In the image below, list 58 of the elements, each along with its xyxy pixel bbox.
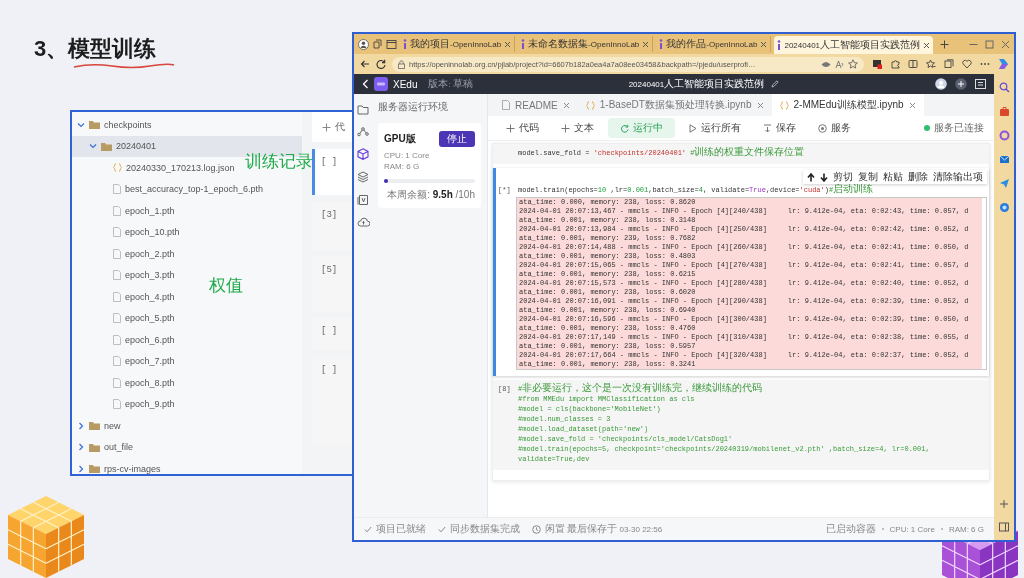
tree-item[interactable]: rps-cv-images [72,458,167,474]
toolbar-button[interactable]: 保存 [755,119,804,137]
annotation-text: 权值 [209,275,243,297]
tree-item[interactable]: epoch_3.pth [72,264,181,286]
notebook-tab[interactable]: README [494,94,578,116]
cell-prompt: [ ] [321,365,338,375]
browser-tab[interactable]: 我的项目-OpenInnoLab [400,36,516,52]
notebook-tab[interactable]: 2-MMEdu训练模型.ipynb [771,94,924,116]
status-text: 同步数据集完成 [450,522,520,536]
usage-text: 本周余额: 9.5h /10h [386,188,475,202]
tree-item[interactable]: checkpoints [72,114,158,136]
tree-item[interactable]: out_file [72,436,140,458]
tree-item[interactable]: new [72,415,127,437]
toolbar-button[interactable]: 文本 [553,119,602,137]
cell-action-button[interactable]: 清除输出项 [933,170,983,184]
tree-item[interactable]: epoch_5.pth [72,307,181,329]
toolbar-button[interactable]: 服务 [810,119,859,137]
slide-title: 3、模型训练 [34,35,157,63]
add-code-button[interactable]: 代 [312,112,352,142]
toolbar-button[interactable]: 代码 [498,119,547,137]
brand-name: XEdu [393,78,418,90]
status-text: 闲置 最后保存于 03-30 22:56 [545,522,663,536]
cell-action-button[interactable]: 删除 [908,170,928,184]
cell-action-button[interactable]: 粘贴 [883,170,903,184]
browser-tab[interactable]: 未命名数据集-OpenInnoLab [518,36,654,52]
code-cell[interactable]: [ ] [312,149,352,195]
cell-prompt: [3] [321,210,338,220]
cpu-label: CPU: 1 Core [384,150,431,161]
browser-tab[interactable]: 我的作品-OpenInnoLab [656,36,772,52]
notebook-tab[interactable]: 1-BaseDT数据集预处理转换.ipynb [577,94,772,116]
status-text: RAM: 6 G [948,524,984,534]
tree-item[interactable]: epoch_2.pth [72,243,181,265]
cell-action-button[interactable]: 复制 [858,170,878,184]
cell-action-button[interactable]: 剪切 [833,170,853,184]
toolbar-button[interactable]: 运行所有 [681,119,749,137]
tree-item[interactable]: best_accuracy_top-1_epoch_6.pth [72,178,270,200]
project-title[interactable]: 20240401人工智能项目实践范例 [628,77,765,91]
status-text: 已启动容器 [825,522,876,536]
cell-prompt: [ ] [321,326,338,336]
cell-prompt: [5] [321,265,338,275]
tree-item[interactable]: epoch_7.pth [72,350,181,372]
ram-label: RAM: 6 G [384,161,421,172]
connection-status: 服务已连接 [934,121,984,135]
tree-item[interactable]: epoch_9.pth [72,393,181,415]
tree-item[interactable]: epoch_8.pth [72,372,181,394]
panel-heading: 服务器运行环境 [378,100,449,114]
status-text: 项目已就绪 [376,522,426,536]
tree-item[interactable]: epoch_4.pth [72,286,181,308]
tree-item[interactable]: 20240330_170213.log.json [72,157,241,179]
stop-button[interactable]: 停止 [439,131,475,147]
cell-prompt: [ ] [321,157,338,167]
tree-item[interactable]: epoch_10.pth [72,221,186,243]
tree-item[interactable]: epoch_6.pth [72,329,181,351]
browser-tab[interactable]: 20240401人工智能项目实践范例 [774,36,934,54]
plan-name: GPU版 [384,132,416,146]
version-label: 版本: 草稿 [428,77,473,91]
status-text: CPU: 1 Core [889,524,935,534]
tree-item[interactable]: epoch_1.pth [72,200,181,222]
